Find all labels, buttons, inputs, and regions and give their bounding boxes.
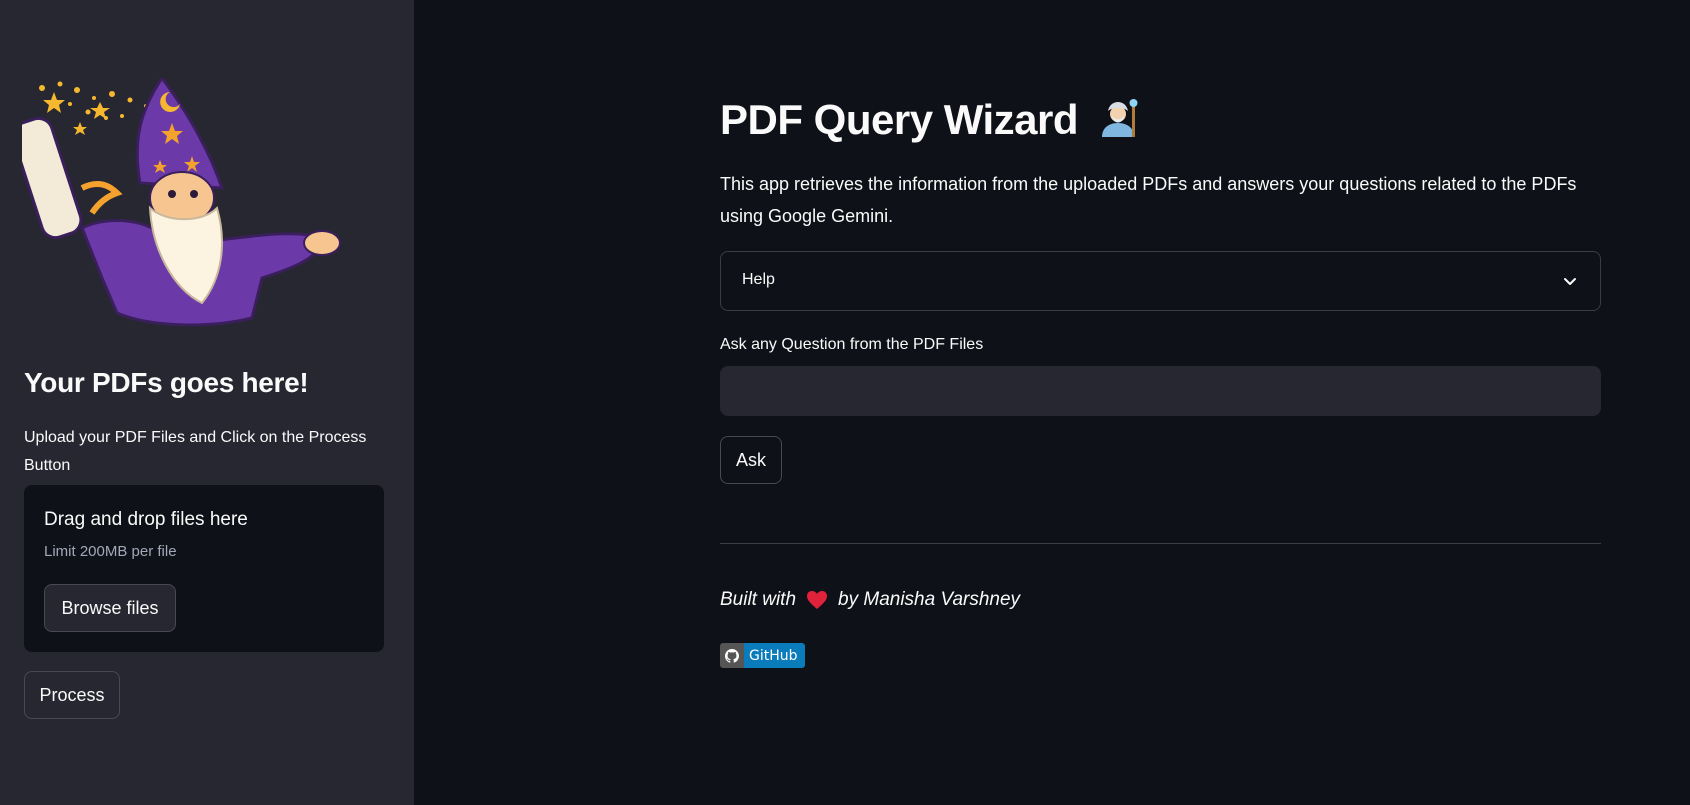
app-description: This app retrieves the information from … <box>720 174 1577 226</box>
app-root: Your PDFs goes here! Upload your PDF Fil… <box>0 0 1690 805</box>
red-heart-icon <box>807 591 828 609</box>
file-uploader-dropzone[interactable]: Drag and drop files here Limit 200MB per… <box>24 485 384 652</box>
footer-suffix: by Manisha Varshney <box>838 589 1021 610</box>
process-button[interactable]: Process <box>24 671 120 719</box>
wizard-mascot-icon <box>22 78 341 327</box>
chevron-down-icon <box>1564 278 1576 285</box>
sidebar-title: Your PDFs goes here! <box>24 367 309 398</box>
mage-emoji-icon <box>1102 99 1138 137</box>
github-icon <box>720 643 744 668</box>
question-input-label: Ask any Question from the PDF Files <box>720 336 984 353</box>
github-badge-link[interactable]: GitHub <box>720 643 805 668</box>
help-expander[interactable]: Help <box>720 251 1601 311</box>
ask-button[interactable]: Ask <box>720 436 782 484</box>
question-input[interactable] <box>720 366 1601 416</box>
divider <box>720 543 1601 544</box>
footer-prefix: Built with <box>720 589 797 610</box>
footer-credit: Built with by Manisha Varshney <box>720 589 1020 611</box>
sidebar-description: Upload your PDF Files and Click on the P… <box>24 429 367 474</box>
page-title: PDF Query Wizard <box>720 96 1142 144</box>
page-title-text: PDF Query Wizard <box>720 96 1079 143</box>
help-expander-label: Help <box>742 271 775 288</box>
dropzone-title: Drag and drop files here <box>44 509 248 530</box>
sidebar: Your PDFs goes here! Upload your PDF Fil… <box>0 0 414 805</box>
github-badge-label: GitHub <box>744 643 805 668</box>
dropzone-limit: Limit 200MB per file <box>44 543 177 560</box>
browse-files-button[interactable]: Browse files <box>44 584 176 632</box>
